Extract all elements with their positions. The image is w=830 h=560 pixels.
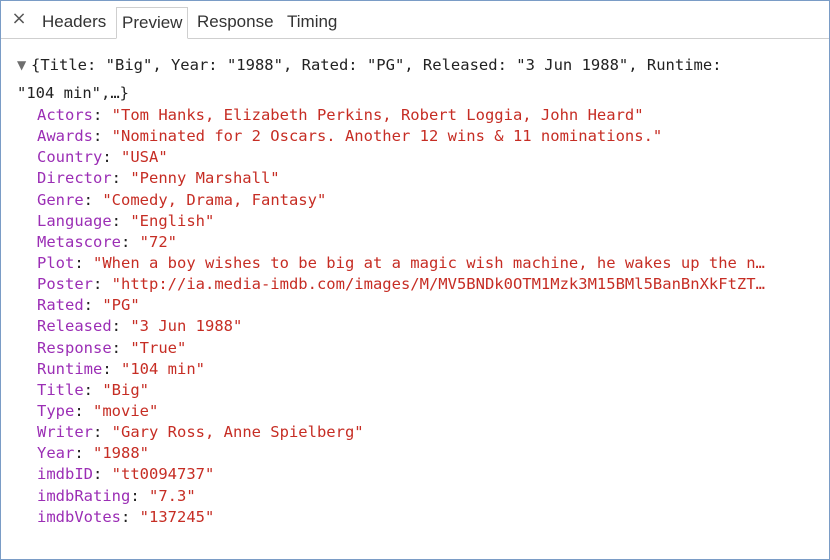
json-property-row[interactable]: Language: "English" xyxy=(37,211,817,232)
property-key: Title xyxy=(37,380,84,399)
summary-line-2: "104 min",…} xyxy=(17,84,129,102)
tab-preview[interactable]: Preview xyxy=(116,7,189,39)
json-property-row[interactable]: Actors: "Tom Hanks, Elizabeth Perkins, R… xyxy=(37,105,817,126)
property-key: Poster xyxy=(37,275,93,294)
property-separator: : xyxy=(121,232,140,251)
json-summary[interactable]: ▼ {Title: "Big", Year: "1988", Rated: "PG… xyxy=(17,51,817,107)
property-separator: : xyxy=(111,211,131,230)
property-separator: : xyxy=(93,275,112,294)
json-property-row[interactable]: imdbID: "tt0094737" xyxy=(37,464,817,485)
property-separator: : xyxy=(121,507,140,526)
property-value: "137245" xyxy=(139,507,215,526)
property-value: "Penny Marshall" xyxy=(130,169,280,188)
summary-line-1: {Title: "Big", Year: "1988", Rated: "PG"… xyxy=(31,56,722,74)
json-property-row[interactable]: Country: "USA" xyxy=(37,147,817,168)
property-separator: : xyxy=(74,401,93,420)
property-value: "104 min" xyxy=(121,359,205,378)
property-value: "72" xyxy=(139,232,177,251)
tab-timing[interactable]: Timing xyxy=(282,7,342,37)
property-key: Plot xyxy=(37,253,75,272)
json-property-row[interactable]: Rated: "PG" xyxy=(37,295,817,316)
json-properties: Actors: "Tom Hanks, Elizabeth Perkins, R… xyxy=(37,105,817,528)
property-value: "USA" xyxy=(121,148,168,167)
property-separator: : xyxy=(102,148,121,167)
json-property-row[interactable]: Runtime: "104 min" xyxy=(37,359,817,380)
property-separator: : xyxy=(83,380,103,399)
property-separator: : xyxy=(93,127,112,146)
tab-bar: × Headers Preview Response Timing xyxy=(1,1,829,39)
property-value: "Tom Hanks, Elizabeth Perkins, Robert Lo… xyxy=(111,106,644,124)
json-property-row[interactable]: Metascore: "72" xyxy=(37,232,817,253)
tab-response[interactable]: Response xyxy=(192,7,279,37)
property-value: "movie" xyxy=(93,401,159,420)
json-property-row[interactable]: Released: "3 Jun 1988" xyxy=(37,316,817,337)
property-separator: : xyxy=(130,486,149,505)
property-key: Metascore xyxy=(37,232,121,251)
property-separator: : xyxy=(83,190,103,209)
json-property-row[interactable]: Year: "1988" xyxy=(37,443,817,464)
close-icon[interactable]: × xyxy=(9,9,29,29)
property-separator: : xyxy=(111,338,131,357)
property-separator: : xyxy=(102,359,121,378)
json-property-row[interactable]: imdbRating: "7.3" xyxy=(37,486,817,507)
property-value: "English" xyxy=(130,211,215,230)
property-separator: : xyxy=(93,423,112,442)
property-value: "PG" xyxy=(102,296,140,315)
json-property-row[interactable]: imdbVotes: "137245" xyxy=(37,507,817,528)
json-property-row[interactable]: Writer: "Gary Ross, Anne Spielberg" xyxy=(37,422,817,443)
property-separator: : xyxy=(74,444,93,463)
json-property-row[interactable]: Awards: "Nominated for 2 Oscars. Another… xyxy=(37,126,817,147)
property-separator: : xyxy=(93,106,112,124)
property-separator: : xyxy=(83,296,103,315)
property-key: Response xyxy=(37,338,112,357)
property-value: "1988" xyxy=(93,444,149,463)
property-key: Genre xyxy=(37,190,84,209)
property-key: Language xyxy=(37,211,112,230)
property-key: Released xyxy=(37,317,112,336)
property-value: "Gary Ross, Anne Spielberg" xyxy=(111,423,364,442)
property-value: "7.3" xyxy=(149,486,196,505)
tab-headers[interactable]: Headers xyxy=(37,7,111,37)
property-key: Awards xyxy=(37,127,93,146)
property-key: Writer xyxy=(37,423,93,442)
property-key: Country xyxy=(37,148,103,167)
json-property-row[interactable]: Genre: "Comedy, Drama, Fantasy" xyxy=(37,190,817,211)
property-separator: : xyxy=(74,253,93,272)
preview-content: ▼ {Title: "Big", Year: "1988", Rated: "PG… xyxy=(1,39,829,559)
property-key: Rated xyxy=(37,296,84,315)
json-property-row[interactable]: Title: "Big" xyxy=(37,380,817,401)
property-key: imdbVotes xyxy=(37,507,121,526)
property-value: "3 Jun 1988" xyxy=(130,317,243,336)
property-separator: : xyxy=(93,465,112,484)
property-value: "Big" xyxy=(102,380,150,399)
property-key: imdbRating xyxy=(37,486,131,505)
json-property-row[interactable]: Director: "Penny Marshall" xyxy=(37,168,817,189)
property-separator: : xyxy=(111,317,131,336)
property-value: "Comedy, Drama, Fantasy" xyxy=(102,190,327,209)
property-separator: : xyxy=(111,169,131,188)
json-property-row[interactable]: Plot: "When a boy wishes to be big at a … xyxy=(37,253,817,274)
json-property-row[interactable]: Type: "movie" xyxy=(37,401,817,422)
json-property-row[interactable]: Poster: "http://ia.media-imdb.com/images… xyxy=(37,274,817,295)
property-value: "When a boy wishes to be big at a magic … xyxy=(93,253,765,272)
property-key: Runtime xyxy=(37,359,103,378)
property-value: "tt0094737" xyxy=(111,465,215,484)
property-key: Type xyxy=(37,401,75,420)
devtools-panel: × Headers Preview Response Timing ▼ {Titl… xyxy=(0,0,830,560)
json-property-row[interactable]: Response: "True" xyxy=(37,338,817,359)
collapse-triangle-icon[interactable]: ▼ xyxy=(17,51,31,79)
property-key: Actors xyxy=(37,106,93,124)
property-key: imdbID xyxy=(37,465,93,484)
property-key: Director xyxy=(37,169,112,188)
property-value: "True" xyxy=(130,338,187,357)
property-value: "http://ia.media-imdb.com/images/M/MV5BN… xyxy=(111,275,765,294)
property-key: Year xyxy=(37,444,75,463)
property-value: "Nominated for 2 Oscars. Another 12 wins… xyxy=(111,127,663,146)
